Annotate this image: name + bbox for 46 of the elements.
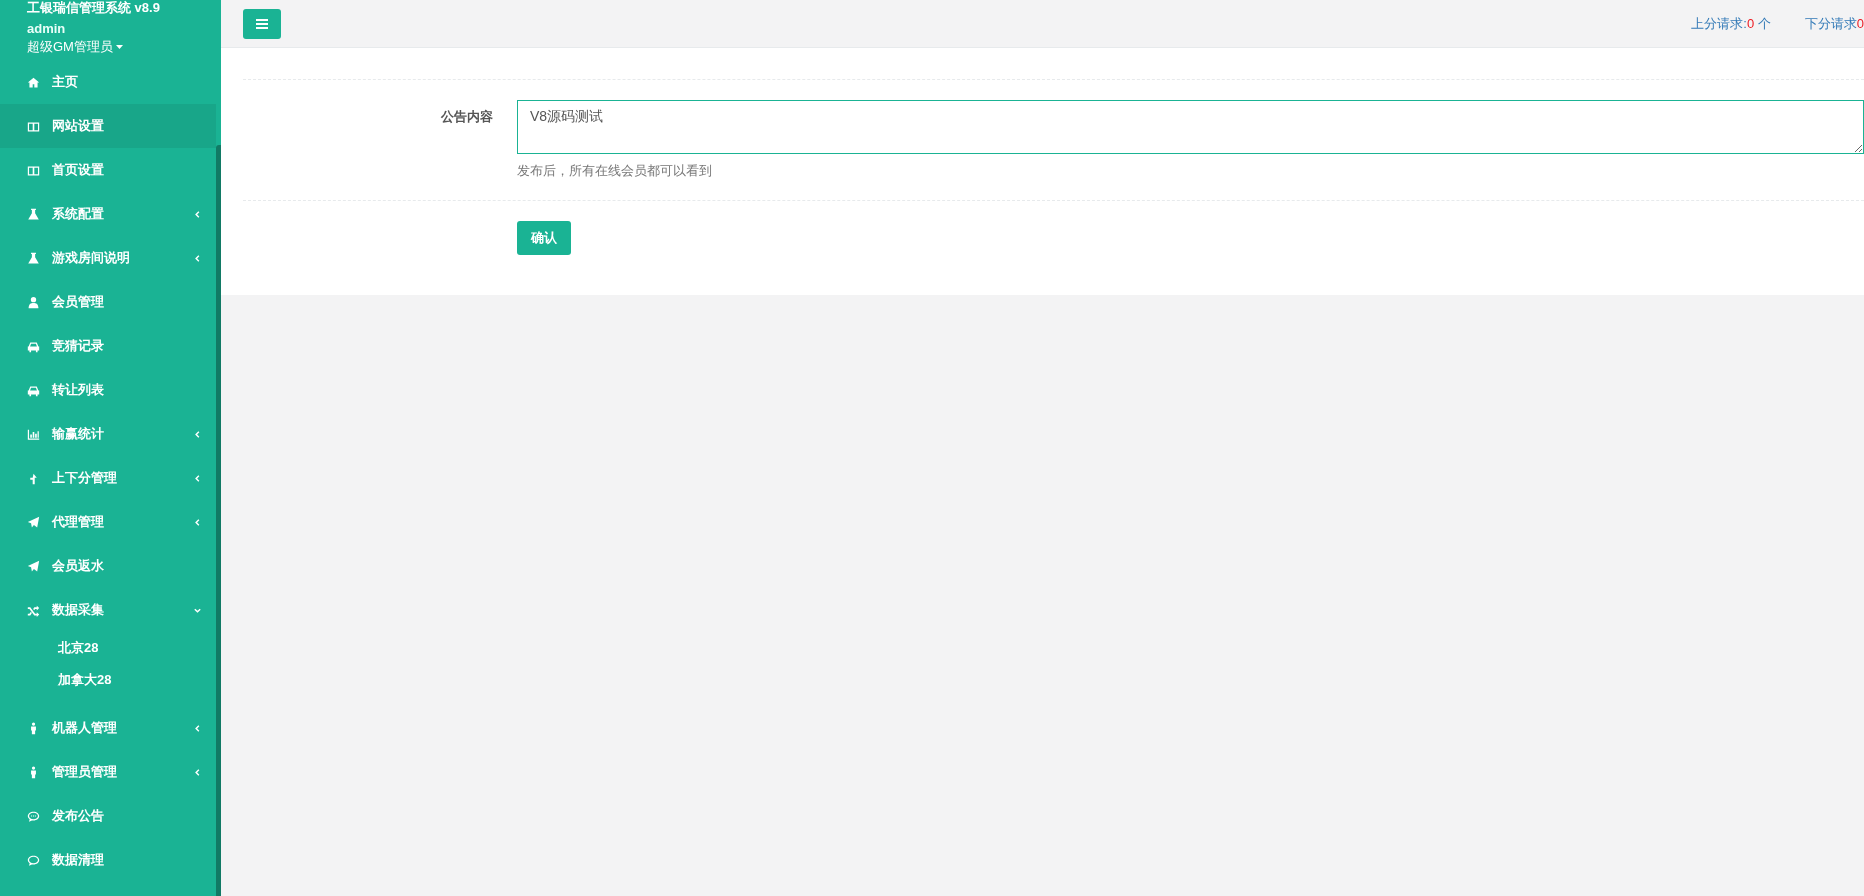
flask-icon bbox=[27, 207, 40, 221]
caret-icon bbox=[115, 45, 123, 49]
user-name: admin bbox=[27, 20, 66, 38]
sidebar-item[interactable]: 首页设置 bbox=[0, 148, 216, 192]
sidebar-item[interactable]: 系统配置 bbox=[0, 192, 216, 236]
paper-plane-icon bbox=[27, 515, 40, 529]
user-icon bbox=[27, 295, 40, 309]
submenu-item[interactable]: 加拿大28 bbox=[0, 664, 216, 696]
chat-bubble-icon bbox=[27, 853, 40, 867]
sidebar-item[interactable]: 会员返水 bbox=[0, 544, 216, 588]
sidebar-item[interactable]: 输赢统计 bbox=[0, 412, 216, 456]
help-text: 发布后，所有在线会员都可以看到 bbox=[517, 162, 712, 180]
sidebar-item[interactable]: 数据清理 bbox=[0, 838, 216, 882]
sidebar-item[interactable]: 游戏房间说明 bbox=[0, 236, 216, 280]
sidebar-item[interactable]: 转让列表 bbox=[0, 368, 216, 412]
sidebar-item[interactable]: 管理员管理 bbox=[0, 750, 216, 794]
columns-icon bbox=[27, 119, 40, 133]
sidebar-item[interactable]: 数据采集 bbox=[0, 588, 216, 632]
bar-chart-icon bbox=[27, 427, 40, 441]
request-link[interactable]: 上分请求:0 个 bbox=[1691, 14, 1771, 33]
paper-plane-icon bbox=[27, 559, 40, 573]
car-icon bbox=[27, 383, 40, 397]
confirm-button[interactable]: 确认 bbox=[517, 221, 571, 255]
flask-icon bbox=[27, 251, 40, 265]
request-link[interactable]: 下分请求0 bbox=[1804, 14, 1864, 33]
sidebar-item[interactable]: 会员管理 bbox=[0, 280, 216, 324]
sidebar-item[interactable]: 网站设置 bbox=[0, 104, 216, 148]
columns-icon bbox=[27, 163, 40, 177]
notice-textarea[interactable]: V8源码测试 bbox=[517, 100, 1864, 154]
menu-icon bbox=[256, 18, 268, 29]
sidebar-item[interactable]: 主页 bbox=[0, 60, 216, 104]
submenu-item[interactable]: 北京28 bbox=[0, 632, 216, 664]
sidebar-item[interactable]: 发布公告 bbox=[0, 794, 216, 838]
shuffle-icon bbox=[27, 603, 40, 617]
sidebar-item[interactable]: 上下分管理 bbox=[0, 456, 216, 500]
role-dropdown[interactable]: 超级GM管理员 bbox=[27, 38, 123, 56]
home-icon bbox=[27, 75, 40, 89]
sidebar-item[interactable]: 代理管理 bbox=[0, 500, 216, 544]
sidebar-item[interactable]: 机器人管理 bbox=[0, 706, 216, 750]
field-label: 公告内容 bbox=[440, 108, 493, 126]
chat-bubble-icon bbox=[27, 809, 40, 823]
app-title: 工银瑞信管理系统 v8.9 bbox=[27, 0, 160, 16]
sidebar-item[interactable]: 竞猜记录 bbox=[0, 324, 216, 368]
up-arrow-icon bbox=[27, 471, 40, 485]
menu-button[interactable] bbox=[243, 8, 281, 39]
car-icon bbox=[27, 339, 40, 353]
